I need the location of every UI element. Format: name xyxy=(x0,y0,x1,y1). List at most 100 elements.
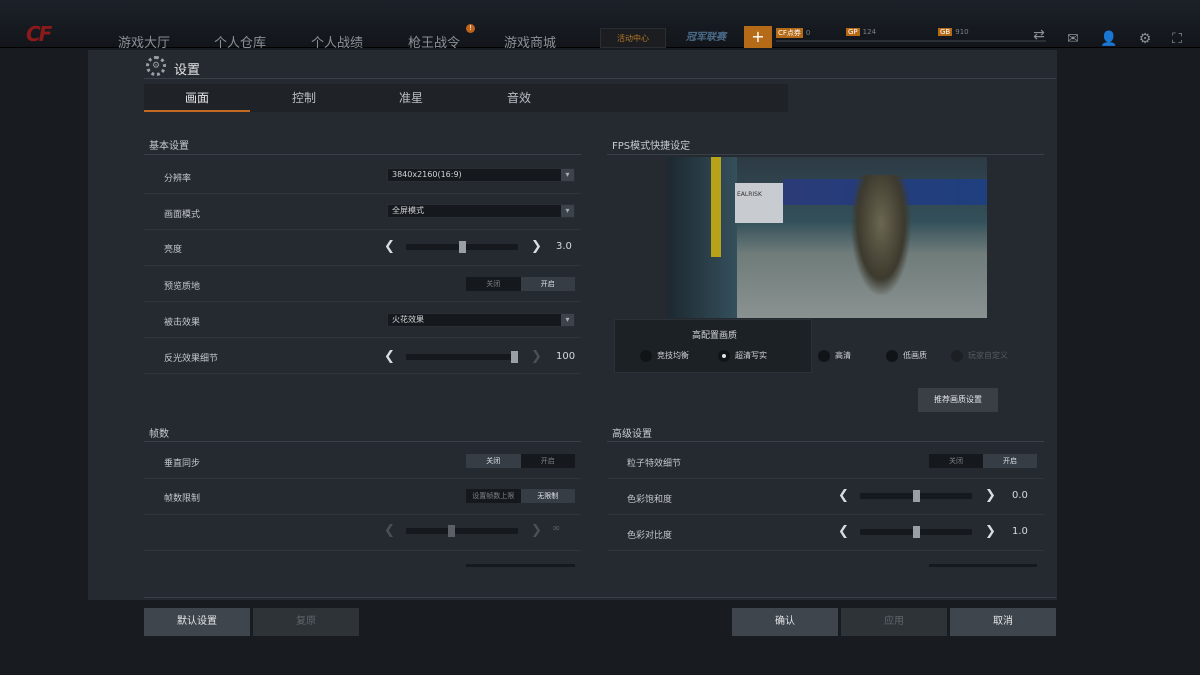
reflection-value: 100 xyxy=(556,351,576,362)
preset-ultra-realistic[interactable]: 超清写实 xyxy=(718,350,767,362)
preview-yellow-beam xyxy=(711,157,721,257)
event-center-button[interactable]: 活动中心 xyxy=(600,28,666,48)
particles-toggle[interactable]: 关闭 开启 xyxy=(929,454,1037,468)
fps-limit-toggle[interactable]: 设置帧数上限 无限制 xyxy=(466,489,575,503)
chevron-left-icon[interactable]: ❮ xyxy=(838,489,849,503)
cancel-button[interactable]: 取消 xyxy=(950,608,1056,636)
fullscreen-icon[interactable]: ⛶ xyxy=(1168,30,1186,48)
slider-handle[interactable] xyxy=(459,241,466,253)
title-divider xyxy=(144,78,1056,79)
contrast-value: 1.0 xyxy=(1012,526,1028,537)
section-advanced-title: 高级设置 xyxy=(612,429,652,440)
vsync-label: 垂直同步 xyxy=(164,459,201,469)
chevron-left-icon[interactable]: ❮ xyxy=(838,525,849,539)
quality-panel-title: 高配置画质 xyxy=(692,331,738,341)
slider-handle[interactable] xyxy=(913,526,920,538)
reflection-slider[interactable] xyxy=(406,351,518,363)
display-mode-select[interactable]: 全屏模式 ▾ xyxy=(387,204,575,218)
preset-competitive[interactable]: 竞技均衡 xyxy=(640,350,689,362)
footer-divider xyxy=(144,597,1056,598)
chevron-right-icon: ❯ xyxy=(531,523,542,538)
partial-toggle xyxy=(929,564,1037,567)
notification-badge: ! xyxy=(466,24,475,33)
chevron-right-icon[interactable]: ❯ xyxy=(531,240,542,254)
section-divider xyxy=(144,154,581,155)
section-basic-title: 基本设置 xyxy=(149,141,189,152)
chevron-down-icon: ▾ xyxy=(561,314,574,326)
fps-limit-value: ∞ xyxy=(552,523,561,534)
section-divider xyxy=(607,441,1044,442)
toggle-on[interactable]: 开启 xyxy=(983,454,1037,468)
recharge-button[interactable]: + xyxy=(744,26,772,48)
contrast-slider[interactable] xyxy=(860,526,972,538)
preview-quality-label: 预览质地 xyxy=(164,282,201,292)
particles-label: 粒子特效细节 xyxy=(627,459,682,469)
resolution-select[interactable]: 3840x2160(16:9) ▾ xyxy=(387,168,575,182)
brightness-slider[interactable] xyxy=(406,241,518,253)
radio-button[interactable] xyxy=(640,350,652,362)
preset-low[interactable]: 低画质 xyxy=(886,350,927,362)
preset-custom: 玩家自定义 xyxy=(951,350,1008,362)
radio-button xyxy=(951,350,963,362)
row-saturation xyxy=(607,479,1044,515)
tab-audio[interactable]: 音效 xyxy=(466,84,572,112)
currency-gb: GB 910 xyxy=(938,28,969,36)
slider-handle xyxy=(448,525,455,537)
brightness-label: 亮度 xyxy=(164,245,183,255)
reflection-label: 反光效果细节 xyxy=(164,354,219,364)
default-settings-button[interactable]: 默认设置 xyxy=(144,608,250,636)
league-banner-button[interactable]: 冠军联赛 xyxy=(678,28,734,48)
tab-display[interactable]: 画面 xyxy=(144,84,250,112)
recommend-quality-button[interactable]: 推荐画质设置 xyxy=(918,388,998,412)
limit-custom[interactable]: 设置帧数上限 xyxy=(466,489,521,503)
confirm-button[interactable]: 确认 xyxy=(732,608,838,636)
contrast-label: 色彩对比度 xyxy=(627,531,673,541)
mail-icon[interactable]: ✉ xyxy=(1064,30,1082,48)
chevron-down-icon: ▾ xyxy=(561,169,574,181)
partial-toggle xyxy=(466,564,575,567)
chevron-left-icon[interactable]: ❮ xyxy=(384,350,395,364)
slider-handle[interactable] xyxy=(511,351,518,363)
currency-cf: CF点券 0 xyxy=(776,28,811,38)
toggle-off[interactable]: 关闭 xyxy=(466,454,521,468)
toggle-off[interactable]: 关闭 xyxy=(929,454,983,468)
radio-button[interactable] xyxy=(818,350,830,362)
fps-limit-label: 帧数限制 xyxy=(164,494,201,504)
vsync-toggle[interactable]: 关闭 开启 xyxy=(466,454,575,468)
tab-controls[interactable]: 控制 xyxy=(251,84,357,112)
gear-icon[interactable]: ⚙ xyxy=(1136,30,1154,48)
quality-preview-image: EALRISK xyxy=(667,157,987,318)
hit-effect-select[interactable]: 火花效果 ▾ xyxy=(387,313,575,327)
chevron-right-icon[interactable]: ❯ xyxy=(985,525,996,539)
toggle-off[interactable]: 关闭 xyxy=(466,277,521,291)
chevron-down-icon: ▾ xyxy=(561,205,574,217)
currency-gp: GP 124 xyxy=(846,28,877,36)
preview-quality-toggle[interactable]: 关闭 开启 xyxy=(466,277,575,291)
resolution-label: 分辨率 xyxy=(164,174,192,184)
toggle-on[interactable]: 开启 xyxy=(521,454,576,468)
chevron-right-icon: ❯ xyxy=(531,349,542,364)
chevron-right-icon[interactable]: ❯ xyxy=(985,489,996,503)
display-mode-label: 画面模式 xyxy=(164,210,201,220)
chevron-left-icon: ❮ xyxy=(384,523,395,538)
game-logo: CF xyxy=(26,22,52,46)
apply-button: 应用 xyxy=(841,608,947,636)
tab-crosshair[interactable]: 准星 xyxy=(358,84,464,112)
settings-gear-icon: ⚙ xyxy=(146,56,166,76)
hit-effect-label: 被击效果 xyxy=(164,318,201,328)
saturation-slider[interactable] xyxy=(860,490,972,502)
refresh-icon[interactable]: ⇄ xyxy=(1030,26,1048,44)
preset-high[interactable]: 高清 xyxy=(818,350,851,362)
restore-button: 复原 xyxy=(253,608,359,636)
limit-unlimited[interactable]: 无限制 xyxy=(520,489,575,503)
friends-icon[interactable]: 👤 xyxy=(1100,30,1118,48)
section-fps-mode-title: FPS模式快捷设定 xyxy=(612,141,691,152)
radio-button[interactable] xyxy=(886,350,898,362)
radio-button-selected[interactable] xyxy=(718,350,730,362)
section-divider xyxy=(144,441,581,442)
slider-handle[interactable] xyxy=(913,490,920,502)
toggle-on[interactable]: 开启 xyxy=(520,277,575,291)
chevron-left-icon[interactable]: ❮ xyxy=(384,240,395,254)
saturation-label: 色彩饱和度 xyxy=(627,495,673,505)
brightness-value: 3.0 xyxy=(556,241,572,252)
